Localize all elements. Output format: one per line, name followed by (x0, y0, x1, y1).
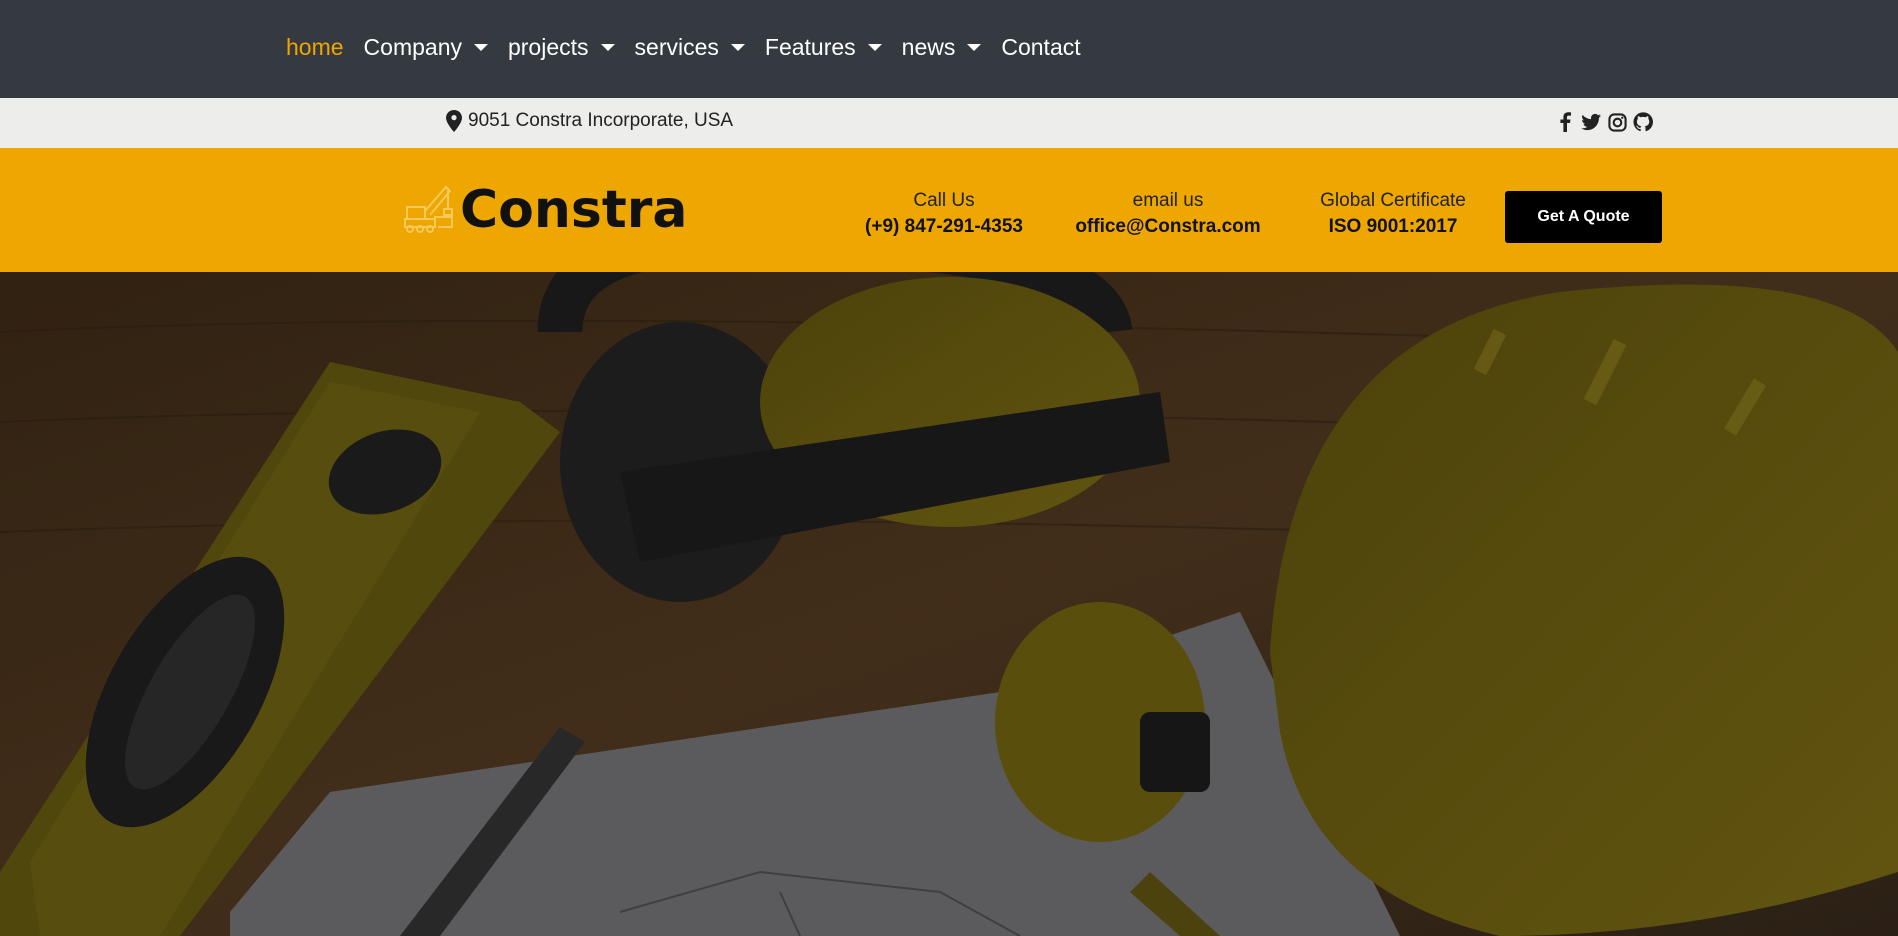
nav-features-label: Features (764, 34, 856, 60)
phone-number[interactable]: (+9) 847-291-4353 (840, 214, 1048, 240)
hero-background-image (0, 272, 1898, 936)
call-us-block: Call Us (+9) 847-291-4353 (840, 188, 1048, 240)
brand-name: Constra (460, 180, 688, 240)
instagram-icon[interactable] (1607, 111, 1627, 133)
certificate-value: ISO 9001:2017 (1328, 216, 1458, 237)
hero-banner (0, 272, 1898, 936)
nav-company[interactable]: Company (364, 29, 488, 65)
nav-projects[interactable]: projects (508, 29, 615, 65)
nav-services[interactable]: services (635, 29, 745, 65)
social-links (1555, 111, 1653, 133)
email-address[interactable]: office@Constra.com (1060, 214, 1276, 240)
nav-home-label: home (286, 34, 344, 60)
brand-bar: Constra Call Us (+9) 847-291-4353 email … (0, 148, 1898, 272)
email-label: email us (1132, 190, 1204, 211)
caret-down-icon (867, 43, 882, 51)
crane-logo-icon (404, 185, 453, 233)
nav-contact-label: Contact (1001, 34, 1081, 60)
call-us-label: Call Us (913, 190, 975, 211)
logo[interactable]: Constra (404, 182, 687, 238)
twitter-icon[interactable] (1581, 111, 1601, 133)
nav-projects-label: projects (507, 34, 589, 60)
get-quote-button[interactable]: Get A Quote (1505, 191, 1662, 243)
certificate-block: Global Certificate ISO 9001:2017 (1298, 188, 1488, 240)
caret-down-icon (473, 43, 488, 51)
facebook-icon[interactable] (1555, 111, 1575, 133)
github-icon[interactable] (1633, 111, 1653, 133)
nav-home[interactable]: home (286, 29, 344, 65)
nav-news-label: news (901, 34, 956, 60)
caret-down-icon (730, 43, 745, 51)
caret-down-icon (600, 43, 615, 51)
certificate-label: Global Certificate (1320, 190, 1466, 211)
email-block: email us office@Constra.com (1060, 188, 1276, 240)
address-text: 9051 Constra Incorporate, USA (468, 110, 734, 131)
address: 9051 Constra Incorporate, USA (446, 110, 733, 132)
caret-down-icon (967, 43, 982, 51)
top-navbar: home Company projects services Features … (0, 0, 1898, 98)
nav-news[interactable]: news (902, 29, 982, 65)
nav-features[interactable]: Features (765, 29, 882, 65)
main-nav: home Company projects services Features … (286, 29, 1101, 65)
nav-services-label: services (634, 34, 719, 60)
nav-company-label: Company (363, 34, 462, 60)
nav-contact[interactable]: Contact (1001, 29, 1080, 65)
map-pin-icon (446, 110, 462, 132)
